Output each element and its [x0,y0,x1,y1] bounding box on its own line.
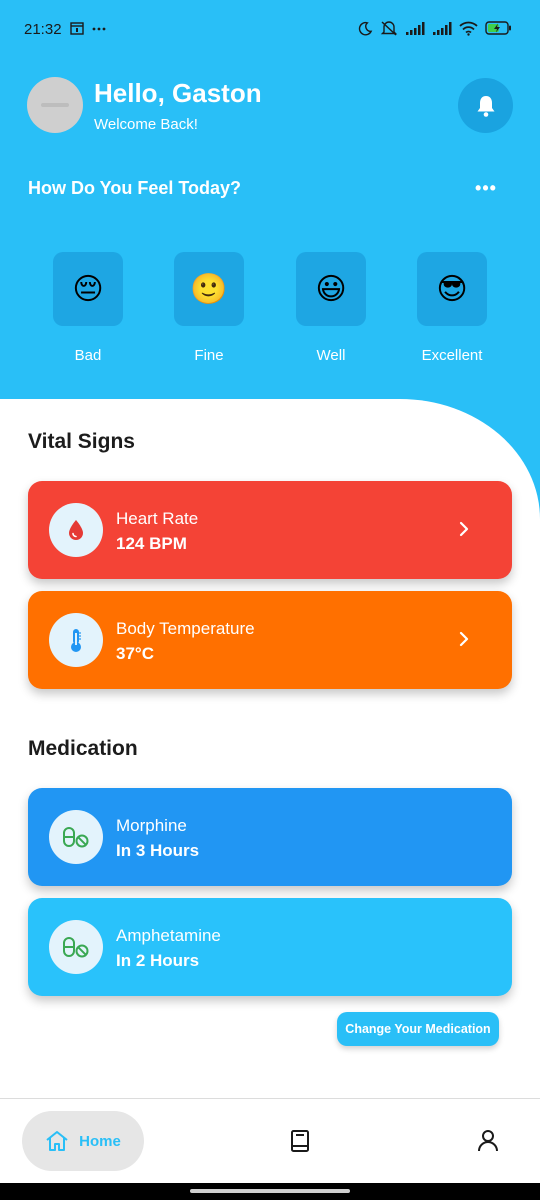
pill-icon [63,937,89,958]
heart-rate-card[interactable]: Heart Rate 124 BPM [28,481,512,579]
nav-home-label: Home [79,1132,121,1150]
mood-tile[interactable]: 😔 [53,252,123,326]
pill-icon [63,827,89,848]
home-indicator[interactable] [190,1189,350,1193]
moon-icon [358,21,373,35]
bottom-navigation: Home [0,1098,540,1183]
signal-icon [433,21,452,35]
mute-icon [380,21,398,36]
change-medication-button[interactable]: Change Your Medication [337,1012,499,1046]
mood-tile[interactable]: 😃 [296,252,366,326]
card-value: 37°C [116,644,154,663]
mood-option-excellent[interactable]: 😎 Excellent [417,252,487,364]
status-right-icons [358,20,512,36]
mood-option-well[interactable]: 😃 Well [296,252,366,364]
medication-title: Medication [28,737,138,760]
bell-icon [477,95,494,117]
book-icon[interactable] [288,1129,312,1153]
vital-signs-title: Vital Signs [28,430,135,453]
welcome-subtitle: Welcome Back! [94,116,198,133]
sad-face-icon: 😔 [72,272,104,306]
battery-charging-icon [485,21,511,35]
blood-drop-icon [69,520,83,540]
mood-label: Bad [74,347,102,364]
notifications-button[interactable] [458,78,513,133]
mood-tile[interactable]: 😎 [417,252,487,326]
more-dots-icon [92,27,106,30]
wifi-icon [459,21,478,36]
mood-option-fine[interactable]: 🙂 Fine [174,252,244,364]
chevron-right-icon[interactable] [454,629,474,649]
card-icon-circle [49,503,103,557]
mood-label: Fine [194,347,224,364]
nav-home[interactable]: Home [22,1111,144,1171]
card-value: 124 BPM [116,534,187,553]
card-icon-circle [49,613,103,667]
card-value: In 2 Hours [116,951,200,970]
status-left-icons [70,22,106,35]
mood-title: How Do You Feel Today? [28,178,242,198]
morphine-card[interactable]: Morphine In 3 Hours [28,788,512,886]
card-value: In 3 Hours [116,841,200,860]
card-title: Body Temperature [116,619,255,638]
mood-label: Excellent [421,347,483,364]
calendar-icon [70,22,84,35]
more-options-button[interactable]: ••• [470,178,502,200]
system-navigation-bar [0,1183,540,1200]
thermometer-icon [71,629,81,652]
avatar[interactable] [27,77,83,133]
card-title: Morphine [116,816,187,835]
card-icon-circle [49,920,103,974]
card-icon-circle [49,810,103,864]
big-smile-icon: 😃 [315,272,347,306]
card-title: Heart Rate [116,509,199,528]
amphetamine-card[interactable]: Amphetamine In 2 Hours [28,898,512,996]
home-icon [46,1131,68,1151]
body-temperature-card[interactable]: Body Temperature 37°C [28,591,512,689]
mood-label: Well [316,347,346,364]
slight-smile-icon: 🙂 [190,272,228,306]
mood-option-bad[interactable]: 😔 Bad [53,252,123,364]
signal-icon [406,21,425,35]
status-bar: 21:32 [0,0,540,60]
mood-tile[interactable]: 🙂 [174,252,244,326]
person-icon[interactable] [476,1129,500,1153]
greeting-title: Hello, Gaston [94,78,262,108]
avatar-placeholder [41,103,69,107]
card-title: Amphetamine [116,926,221,945]
status-time: 21:32 [24,21,62,38]
sunglasses-face-icon: 😎 [436,272,468,306]
chevron-right-icon[interactable] [454,519,474,539]
